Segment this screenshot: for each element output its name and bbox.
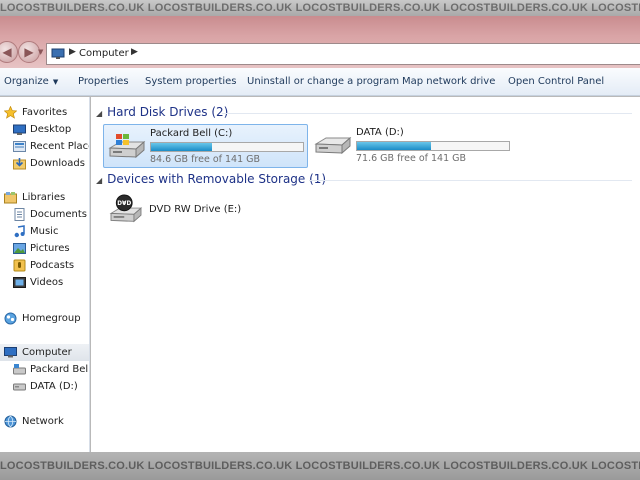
system-properties-button[interactable]: System properties [145, 68, 237, 96]
organize-button[interactable]: Organize ▼ [4, 68, 58, 96]
star-icon [4, 106, 17, 119]
computer-icon [51, 48, 65, 59]
nav-computer[interactable]: Computer [0, 344, 89, 361]
nav-item-drive-d[interactable]: DATA (D:) [0, 378, 89, 395]
nav-item-podcasts[interactable]: Podcasts [0, 257, 89, 274]
nav-item-label: Podcasts [30, 260, 75, 271]
dvd-drive-icon: DVD [109, 194, 143, 223]
nav-item-label: Pictures [30, 243, 70, 254]
nav-item-desktop[interactable]: Desktop [0, 121, 89, 138]
drive-usage-bar-fill [151, 143, 212, 151]
nav-item-label: Downloads [30, 158, 85, 169]
pictures-icon [13, 243, 26, 254]
chevron-down-icon: ▼ [52, 78, 59, 86]
network-icon [4, 415, 17, 428]
removable-group-header[interactable]: ◢ Devices with Removable Storage (1) [96, 172, 326, 186]
breadcrumb-computer[interactable]: Computer [79, 48, 129, 59]
command-bar: Organize ▼ Properties System properties U… [0, 68, 640, 96]
group-divider [309, 180, 632, 181]
nav-item-documents[interactable]: Documents [0, 206, 89, 223]
nav-item-videos[interactable]: Videos [0, 274, 89, 291]
nav-network[interactable]: Network [0, 413, 89, 430]
videos-icon [13, 277, 26, 288]
desktop-icon [13, 124, 26, 135]
recent-pages-dropdown-icon[interactable]: ▼ [38, 48, 43, 56]
libraries-icon [4, 192, 17, 204]
downloads-folder-icon [13, 158, 26, 170]
computer-icon [4, 347, 17, 358]
nav-item-label: Packard Bell (C:) [30, 364, 90, 375]
navigation-pane: Favorites Desktop Recent Places Download… [0, 97, 90, 452]
drive-name: Packard Bell (C:) [150, 128, 233, 139]
system-drive-icon [13, 364, 26, 375]
watermark-text: LOCOSTBUILDERS.CO.UK LOCOSTBUILDERS.CO.U… [0, 460, 640, 472]
nav-item-label: Documents [30, 209, 88, 220]
uninstall-program-button[interactable]: Uninstall or change a program [247, 68, 399, 96]
open-control-panel-button[interactable]: Open Control Panel [508, 68, 604, 96]
music-icon [14, 225, 25, 238]
organize-label: Organize [4, 76, 49, 87]
address-bar[interactable]: ▶ Computer ▶ [46, 43, 640, 65]
window-titlebar [0, 16, 640, 36]
nav-item-label: DATA (D:) [30, 381, 78, 392]
drive-name: DVD RW Drive (E:) [149, 204, 242, 215]
podcasts-icon [13, 259, 26, 272]
nav-favorites-label: Favorites [22, 107, 68, 118]
nav-homegroup-label: Homegroup [22, 313, 81, 324]
properties-button[interactable]: Properties [78, 68, 129, 96]
breadcrumb-separator-icon[interactable]: ▶ [131, 47, 138, 57]
nav-item-label: Music [30, 226, 59, 237]
hdd-group-title: Hard Disk Drives (2) [107, 105, 229, 119]
documents-icon [14, 208, 25, 221]
nav-libraries-label: Libraries [22, 192, 66, 203]
dvd-label-text: DVD [117, 201, 131, 207]
nav-item-pictures[interactable]: Pictures [0, 240, 89, 257]
drive-tile-e[interactable]: DVD DVD RW Drive (E:) [103, 192, 308, 234]
hdd-group-header[interactable]: ◢ Hard Disk Drives (2) [96, 105, 228, 119]
nav-item-recent-places[interactable]: Recent Places [0, 138, 89, 155]
nav-libraries[interactable]: Libraries [0, 189, 89, 206]
nav-homegroup[interactable]: Homegroup [0, 310, 89, 327]
watermark-bottom: LOCOSTBUILDERS.CO.UK LOCOSTBUILDERS.CO.U… [0, 452, 640, 480]
drive-usage-bar [150, 142, 304, 152]
nav-item-label: Desktop [30, 124, 72, 135]
group-divider [222, 113, 632, 114]
collapse-triangle-icon: ◢ [96, 176, 103, 185]
watermark-top: LOCOSTBUILDERS.CO.UK LOCOSTBUILDERS.CO.U… [0, 0, 640, 16]
map-network-drive-button[interactable]: Map network drive [402, 68, 495, 96]
address-row: ◀ ▶ ▼ ▶ Computer ▶ [0, 36, 640, 68]
removable-group-title: Devices with Removable Storage (1) [107, 172, 327, 186]
back-arrow-icon: ◀ [2, 45, 12, 59]
nav-computer-label: Computer [22, 347, 72, 358]
hard-drive-icon [314, 136, 352, 155]
recent-places-icon [13, 141, 26, 152]
homegroup-icon [4, 312, 17, 325]
drive-free-space: 71.6 GB free of 141 GB [356, 153, 467, 164]
drive-usage-bar [356, 141, 510, 151]
hard-drive-icon [13, 383, 26, 391]
collapse-triangle-icon: ◢ [96, 109, 103, 118]
breadcrumb-separator-icon[interactable]: ▶ [69, 47, 76, 57]
nav-favorites[interactable]: Favorites [0, 104, 89, 121]
nav-item-label: Videos [30, 277, 64, 288]
system-drive-icon [108, 134, 146, 159]
forward-button[interactable]: ▶ [18, 41, 40, 63]
nav-item-downloads[interactable]: Downloads [0, 155, 89, 172]
drive-free-space: 84.6 GB free of 141 GB [150, 154, 261, 165]
forward-arrow-icon: ▶ [24, 45, 34, 59]
nav-item-music[interactable]: Music [0, 223, 89, 240]
drive-tile-d[interactable]: DATA (D:) 71.6 GB free of 141 GB [310, 124, 515, 168]
watermark-text: LOCOSTBUILDERS.CO.UK LOCOSTBUILDERS.CO.U… [0, 2, 640, 14]
content-pane: ◢ Hard Disk Drives (2) Packard Bell (C:) … [91, 97, 640, 452]
nav-item-label: Recent Places [30, 141, 89, 152]
drive-name: DATA (D:) [356, 127, 404, 138]
drive-tile-c[interactable]: Packard Bell (C:) 84.6 GB free of 141 GB [103, 124, 308, 168]
nav-network-label: Network [22, 416, 64, 427]
drive-usage-bar-fill [357, 142, 432, 150]
nav-item-drive-c[interactable]: Packard Bell (C:) [0, 361, 90, 378]
back-button[interactable]: ◀ [0, 41, 18, 63]
